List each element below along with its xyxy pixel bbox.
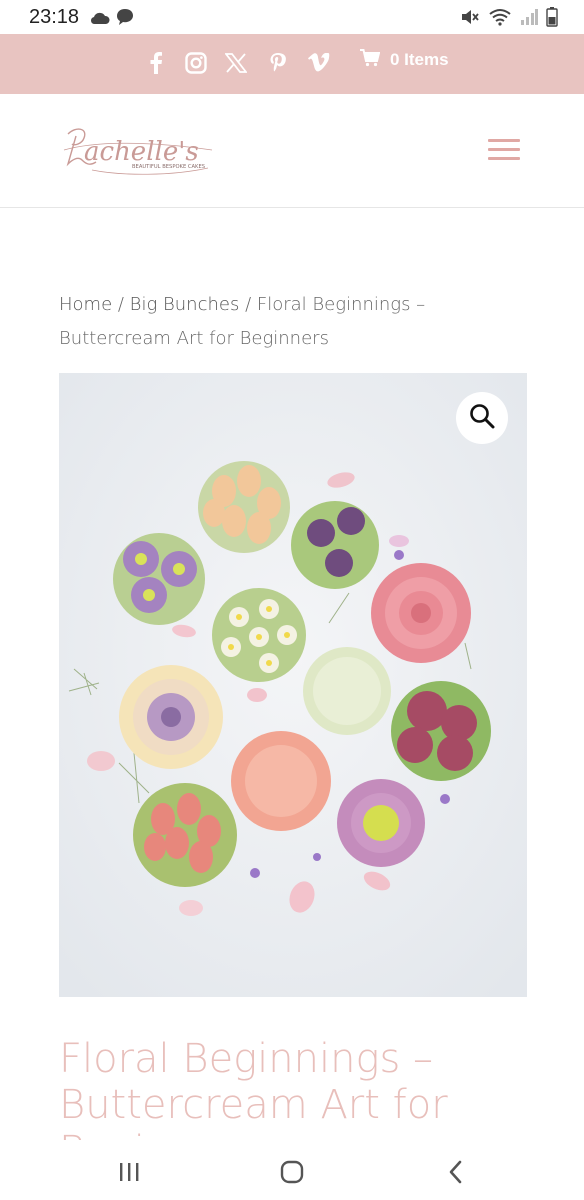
magnifier-icon: [469, 403, 495, 433]
vimeo-icon[interactable]: [303, 47, 335, 79]
system-nav-bar: [0, 1140, 584, 1200]
svg-text:achelle's: achelle's: [84, 137, 199, 167]
instagram-icon[interactable]: [180, 47, 212, 79]
status-right-icons: [460, 7, 558, 31]
cart-label: 0 Items: [390, 50, 449, 69]
top-bar: 0 Items: [0, 34, 584, 94]
cart-link[interactable]: 0 Items: [360, 49, 449, 71]
zoom-button[interactable]: [456, 392, 508, 444]
status-bar: 23:18: [0, 0, 584, 34]
facebook-icon[interactable]: [140, 47, 172, 79]
breadcrumb-home[interactable]: Home: [59, 294, 112, 315]
x-icon[interactable]: [220, 47, 252, 79]
signal-icon: [520, 9, 538, 29]
mute-icon: [460, 8, 480, 30]
battery-icon: [546, 7, 558, 31]
breadcrumb-separator: /: [112, 294, 130, 315]
cupcake-flowers-photo: [59, 373, 527, 997]
status-left-icons: [90, 8, 134, 30]
cloud-icon: [90, 10, 110, 29]
home-icon[interactable]: [270, 1150, 314, 1194]
cart-icon: [360, 49, 381, 71]
product-image[interactable]: [59, 373, 527, 997]
site-logo[interactable]: achelle's BEAUTIFUL BESPOKE CAKES: [62, 120, 214, 182]
breadcrumb-separator: /: [239, 294, 257, 315]
hamburger-menu-icon[interactable]: [488, 139, 520, 161]
chat-bubble-icon: [116, 8, 134, 30]
svg-text:BEAUTIFUL BESPOKE CAKES: BEAUTIFUL BESPOKE CAKES: [132, 164, 205, 170]
site-header: achelle's BEAUTIFUL BESPOKE CAKES: [0, 94, 584, 208]
pinterest-icon[interactable]: [262, 47, 294, 79]
recent-apps-icon[interactable]: [107, 1150, 151, 1194]
back-icon[interactable]: [434, 1150, 478, 1194]
breadcrumb: Home / Big Bunches / Floral Beginnings –…: [59, 288, 459, 356]
status-time: 23:18: [29, 6, 80, 28]
wifi-icon: [488, 8, 512, 30]
breadcrumb-category[interactable]: Big Bunches: [130, 294, 240, 315]
